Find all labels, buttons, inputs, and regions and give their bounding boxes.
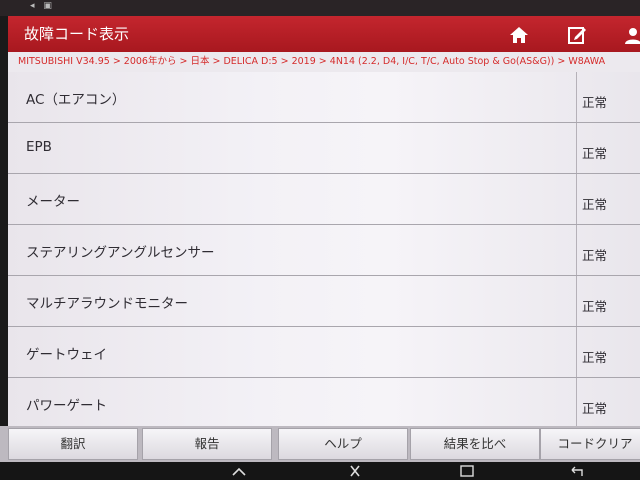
- list-item[interactable]: パワーゲート 正常: [8, 378, 640, 426]
- clear-codes-button[interactable]: コードクリア: [540, 428, 640, 460]
- back-icon[interactable]: [568, 464, 586, 478]
- system-status: 正常: [582, 299, 608, 314]
- system-name: EPB: [26, 139, 52, 155]
- close-icon[interactable]: [346, 464, 364, 478]
- report-button[interactable]: 報告: [142, 428, 272, 460]
- system-status: 正常: [582, 146, 608, 161]
- list-item[interactable]: EPB 正常: [8, 123, 640, 174]
- system-status: 正常: [582, 95, 608, 110]
- action-button-bar: 翻訳 報告 ヘルプ 結果を比べ コードクリア: [0, 426, 640, 462]
- page-title: 故障コード表示: [24, 25, 130, 43]
- edit-icon[interactable]: [566, 24, 588, 46]
- list-item[interactable]: ステアリングアングルセンサー 正常: [8, 225, 640, 276]
- list-item[interactable]: AC（エアコン） 正常: [8, 72, 640, 123]
- system-name: ゲートウェイ: [26, 347, 107, 363]
- device-status-strip: ◂ ▣: [0, 0, 640, 16]
- system-name: パワーゲート: [26, 398, 107, 414]
- translate-button[interactable]: 翻訳: [8, 428, 138, 460]
- column-divider: [576, 378, 577, 426]
- system-list: AC（エアコン） 正常 EPB 正常 メーター 正常 ステアリングアングルセンサ…: [8, 72, 640, 426]
- list-item[interactable]: マルチアラウンドモニター 正常: [8, 276, 640, 327]
- help-button[interactable]: ヘルプ: [278, 428, 408, 460]
- breadcrumb: MITSUBISHI V34.95 > 2006年から > 日本 > DELIC…: [8, 52, 640, 72]
- system-status: 正常: [582, 350, 608, 365]
- system-status: 正常: [582, 401, 608, 416]
- system-status: 正常: [582, 197, 608, 212]
- screenshot-icon[interactable]: [458, 464, 476, 478]
- chevron-up-icon[interactable]: [230, 464, 248, 478]
- system-name: マルチアラウンドモニター: [26, 296, 188, 312]
- column-divider: [576, 174, 577, 224]
- system-name: メーター: [26, 194, 80, 210]
- user-icon[interactable]: [622, 24, 640, 46]
- android-nav-bar: [0, 462, 640, 480]
- status-bar-icons: ◂ ▣: [30, 1, 55, 11]
- list-item[interactable]: メーター 正常: [8, 174, 640, 225]
- title-bar: 故障コード表示: [8, 16, 640, 52]
- list-item[interactable]: ゲートウェイ 正常: [8, 327, 640, 378]
- system-status: 正常: [582, 248, 608, 263]
- compare-results-button[interactable]: 結果を比べ: [410, 428, 540, 460]
- system-name: ステアリングアングルセンサー: [26, 245, 215, 261]
- column-divider: [576, 72, 577, 122]
- home-icon[interactable]: [508, 24, 530, 46]
- column-divider: [576, 123, 577, 173]
- column-divider: [576, 276, 577, 326]
- column-divider: [576, 327, 577, 377]
- system-name: AC（エアコン）: [26, 92, 126, 108]
- column-divider: [576, 225, 577, 275]
